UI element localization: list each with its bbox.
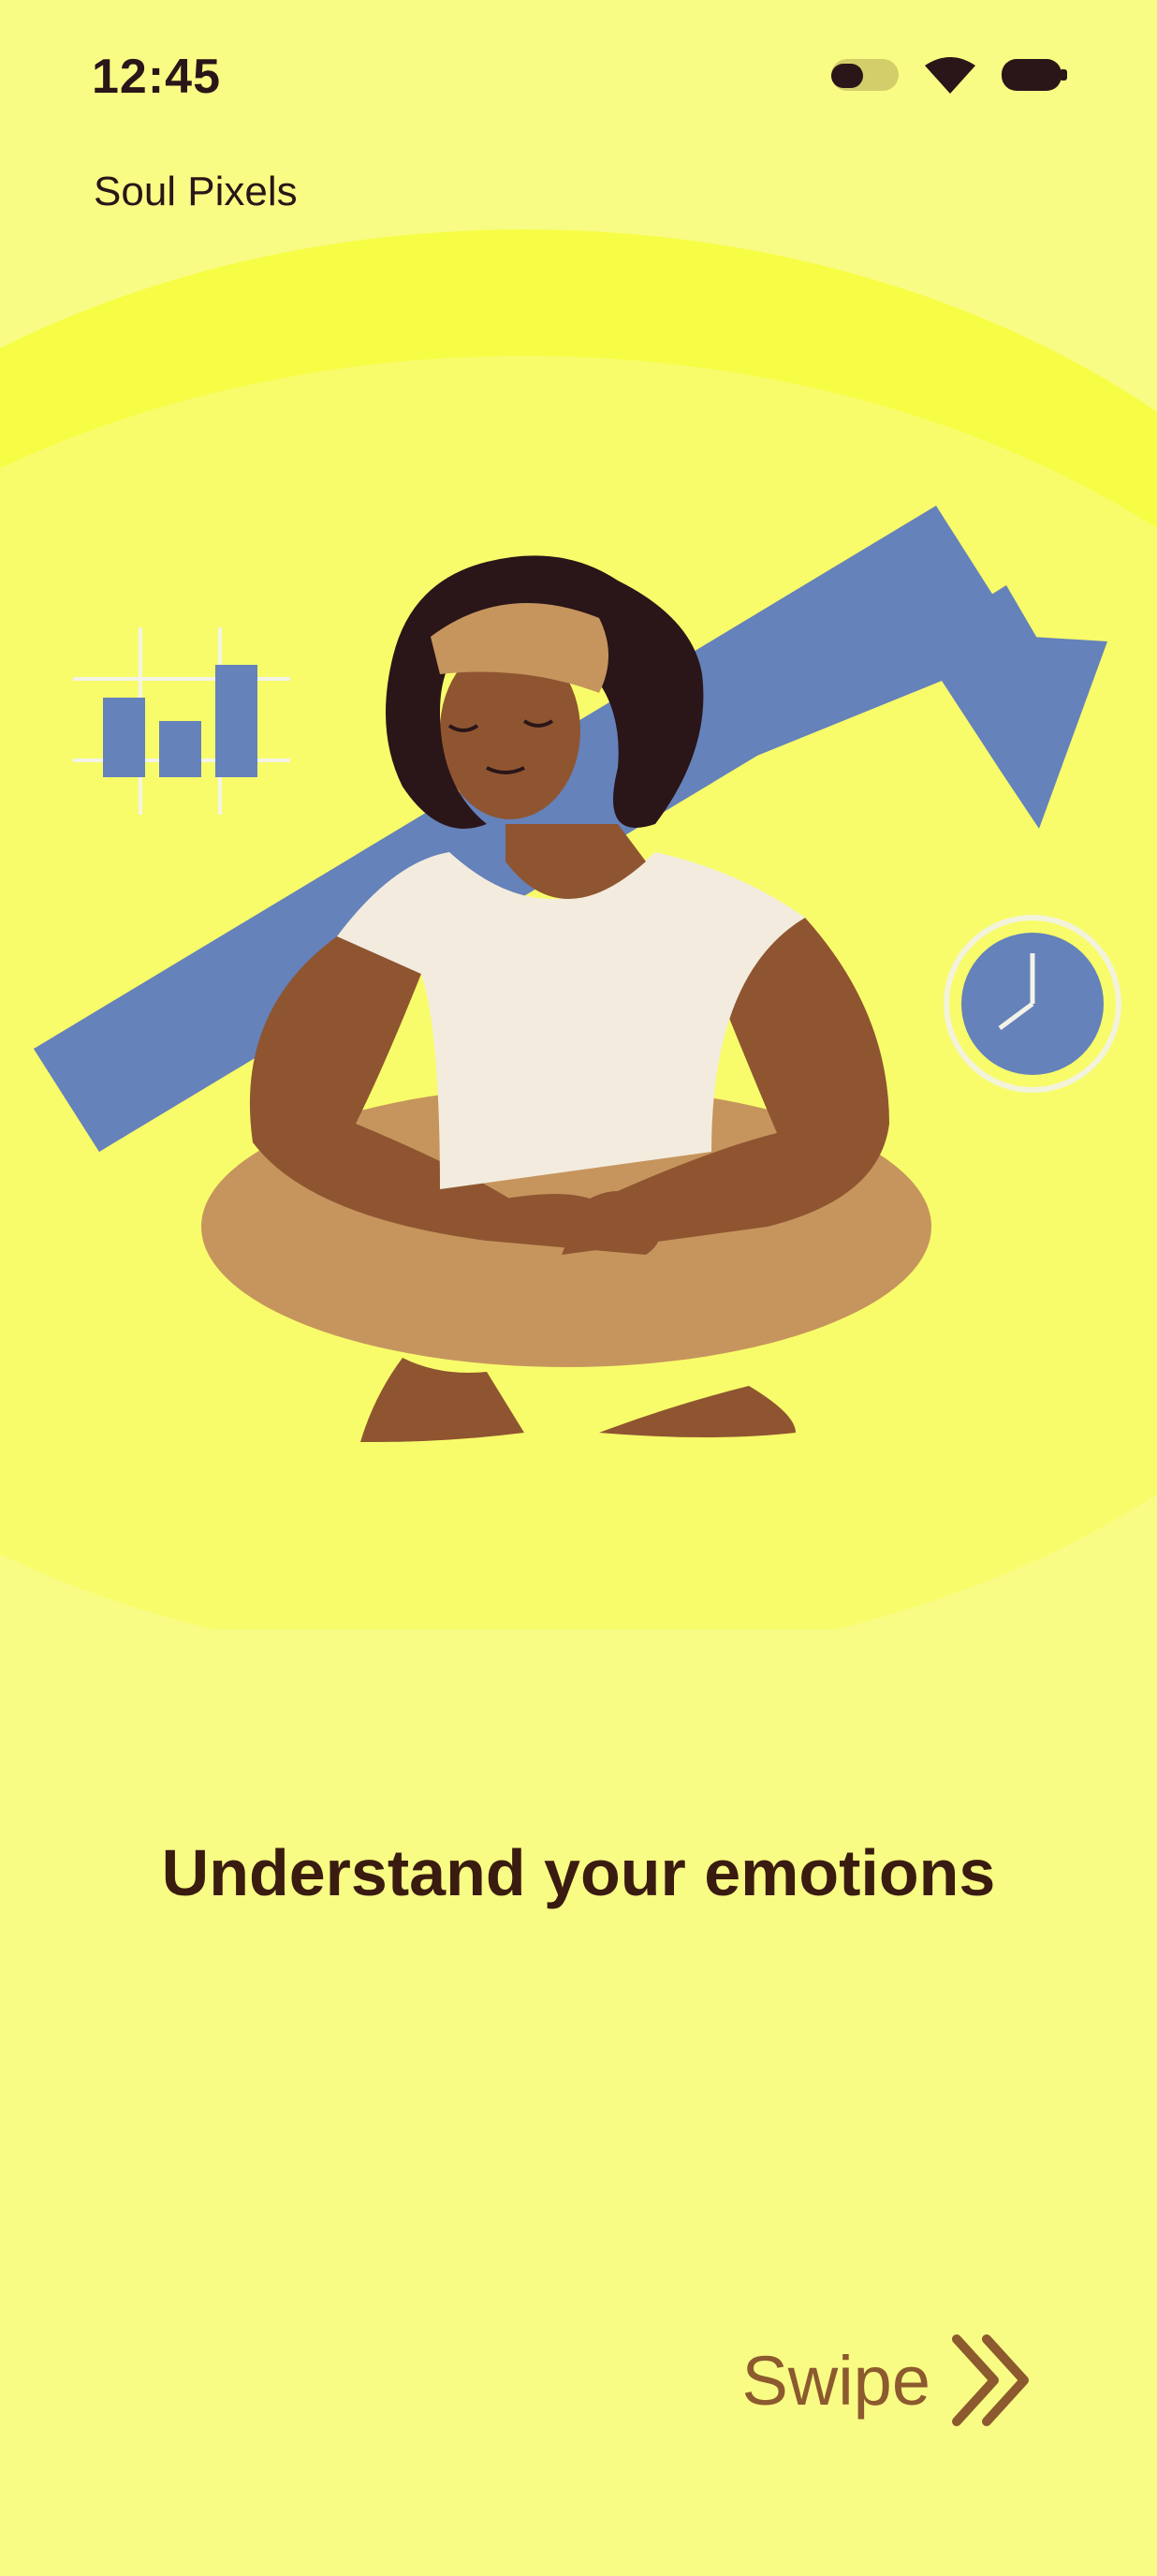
swipe-label: Swipe [741,2341,930,2420]
double-chevron-right-icon [952,2334,1029,2426]
meditation-illustration [0,229,1157,1629]
status-bar: 12:45 [0,0,1157,150]
battery-icon [1002,59,1067,91]
wifi-icon [925,57,975,94]
app-title: Soul Pixels [94,169,298,214]
toggle-icon [831,59,899,91]
onboarding-headline: Understand your emotions [161,1836,996,1909]
status-time: 12:45 [92,50,221,104]
clock-icon [944,915,1121,1093]
swipe-button[interactable]: Swipe [741,2332,1035,2429]
status-icons [831,56,1067,94]
